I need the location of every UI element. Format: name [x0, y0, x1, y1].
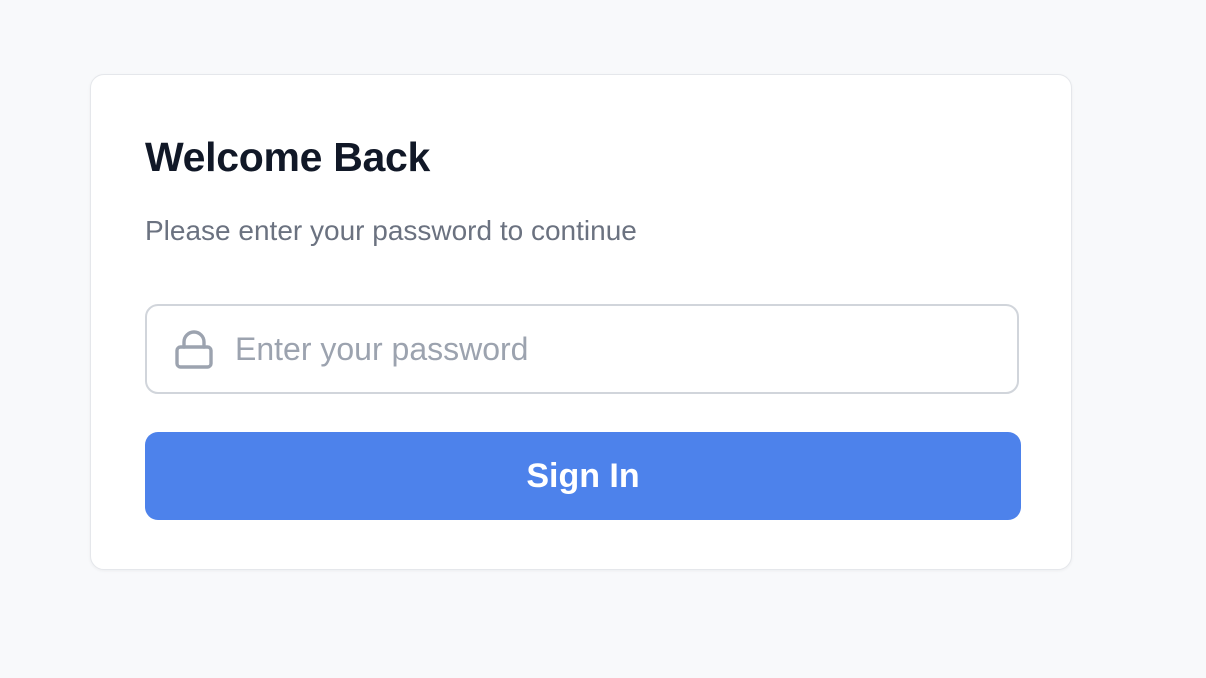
page-subtitle: Please enter your password to continue [145, 215, 637, 246]
sign-in-button[interactable]: Sign In [145, 432, 1021, 520]
page-title: Welcome Back [145, 134, 431, 180]
login-card: Welcome Back Please enter your password … [90, 74, 1072, 570]
password-input[interactable] [235, 306, 995, 392]
password-field[interactable] [145, 304, 1019, 394]
